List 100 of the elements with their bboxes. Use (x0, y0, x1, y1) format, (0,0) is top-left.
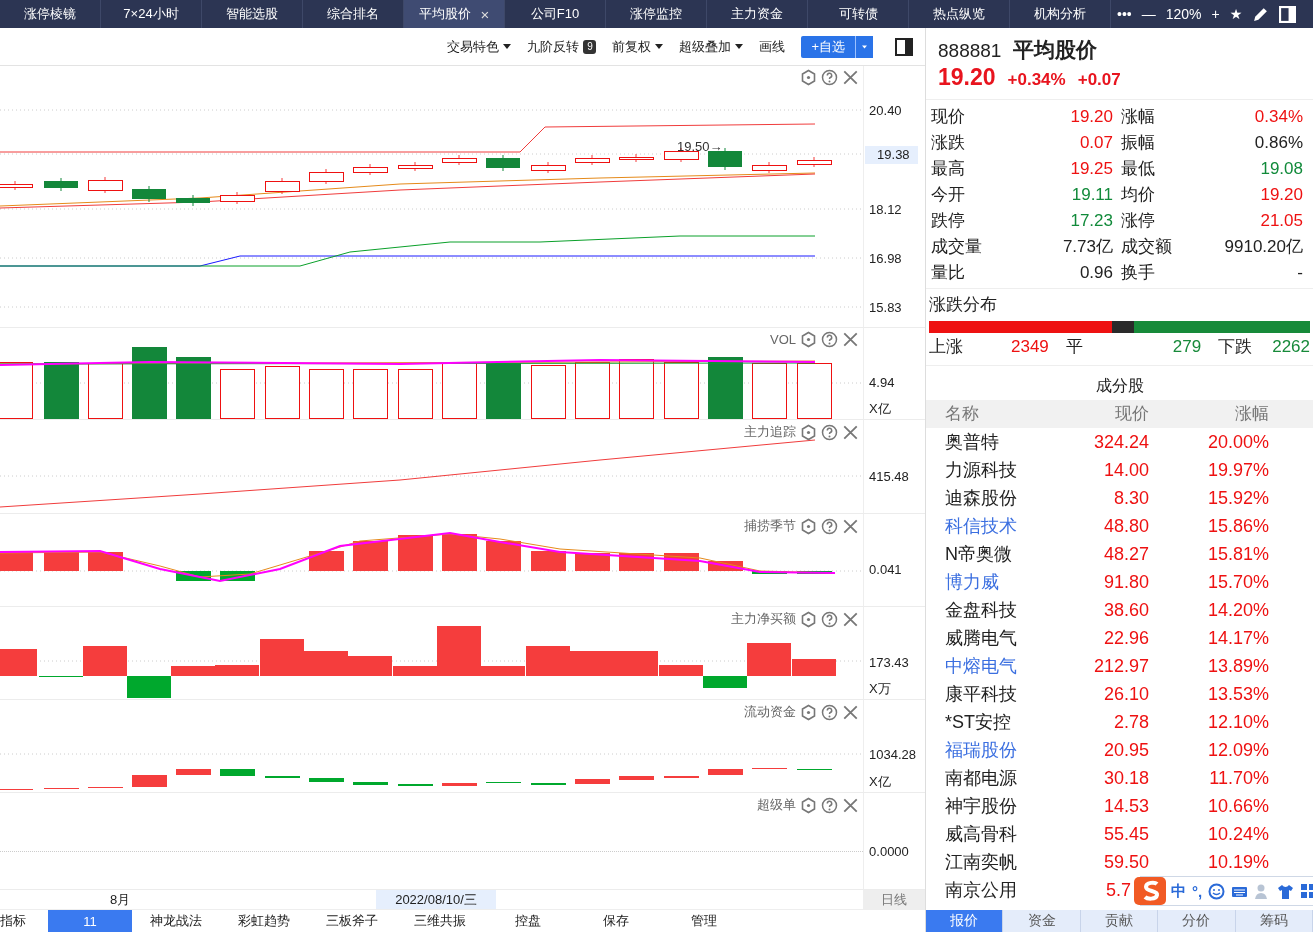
tab[interactable]: 分价 (1158, 910, 1236, 932)
change-value: +0.07 (1077, 70, 1121, 90)
smiley-icon[interactable] (1208, 882, 1226, 900)
date-label: 2022/08/10/三 (376, 890, 496, 909)
tab[interactable]: 筹码 (1235, 910, 1313, 932)
toolbar-button[interactable]: ••• (1117, 6, 1132, 22)
candlestick (575, 154, 610, 166)
stock-link[interactable]: 福瑞股份 (945, 736, 1065, 764)
tab[interactable]: 11 (48, 910, 132, 932)
tab[interactable]: 彩虹趋势 (220, 910, 308, 932)
settings-icon[interactable] (800, 517, 818, 535)
tab[interactable]: 主力资金 (707, 0, 808, 28)
dropdown-button[interactable]: 超级叠加 (679, 37, 744, 56)
tab[interactable]: 涨停棱镜 (0, 0, 101, 28)
histogram-bar (619, 776, 654, 780)
pencil-icon[interactable] (1252, 5, 1270, 23)
stat-value: 19.11 (1070, 184, 1113, 206)
axis-label: 4.94 (869, 374, 896, 392)
help-icon[interactable] (821, 703, 839, 721)
toolbar-button[interactable]: 120% (1165, 6, 1202, 22)
toolbar-button[interactable]: 九阶反转 9 (527, 37, 597, 56)
tab[interactable]: 可转债 (808, 0, 909, 28)
indicator-title: 流动资金 (744, 703, 797, 721)
tab[interactable]: 智能选股 (202, 0, 303, 28)
tab[interactable]: 管理 (660, 910, 748, 932)
add-watchlist-button[interactable]: +自选 (801, 35, 855, 58)
stock-name: 金盘科技 (945, 599, 1018, 622)
help-icon[interactable] (821, 69, 839, 86)
histogram-bar (176, 769, 211, 775)
volume-bar (176, 357, 211, 419)
volume-bar (353, 369, 388, 419)
tab[interactable]: 指标 (0, 910, 48, 932)
tab[interactable]: 神龙战法 (132, 910, 220, 932)
indicator-title: VOL (770, 332, 797, 347)
settings-icon[interactable] (800, 331, 818, 348)
tab[interactable]: 涨停监控 (606, 0, 707, 28)
stock-link[interactable]: 科信技术 (945, 512, 1065, 540)
dropdown-button[interactable] (855, 35, 873, 58)
change-cell-text: 19.97% (1206, 459, 1269, 482)
tab[interactable]: 热点纵览 (909, 0, 1010, 28)
change-cell-text: 10.24% (1206, 823, 1269, 846)
tab[interactable]: 平均股价 × (404, 0, 505, 28)
stock-link[interactable]: 博力威 (945, 568, 1065, 596)
grid-icon[interactable] (1300, 882, 1313, 900)
settings-icon[interactable] (800, 69, 818, 86)
punctuation-button[interactable]: °, (1192, 882, 1203, 900)
tab[interactable]: 三板斧子 (308, 910, 396, 932)
stock-link[interactable]: 中熔电气 (945, 652, 1065, 680)
tab[interactable]: 公司F10 (505, 0, 606, 28)
dropdown-button[interactable]: 前复权 (612, 37, 664, 56)
close-icon[interactable] (842, 703, 860, 721)
settings-icon[interactable] (800, 610, 818, 628)
period-button[interactable]: 日线 (863, 890, 925, 909)
help-icon[interactable] (821, 796, 839, 814)
settings-icon[interactable] (800, 703, 818, 721)
change-cell-text: 15.70% (1206, 571, 1269, 594)
close-icon[interactable] (842, 331, 860, 348)
close-icon[interactable] (842, 517, 860, 535)
close-icon[interactable] (842, 69, 860, 86)
stat-label: 成交额 (1120, 236, 1173, 258)
axis-label: X万 (869, 680, 892, 698)
tab[interactable]: 机构分析 (1010, 0, 1111, 28)
tab[interactable]: 三维共振 (396, 910, 484, 932)
settings-icon[interactable] (800, 796, 818, 814)
toolbar-button[interactable]: 画线 (759, 37, 786, 56)
stat-label: 均价 (1120, 184, 1156, 206)
stock-name: 奥普特 (945, 431, 1000, 454)
settings-icon[interactable] (800, 423, 818, 441)
panel-toggle-icon[interactable] (895, 37, 913, 56)
histogram-bar (442, 534, 477, 571)
dropdown-button[interactable]: 交易特色 (447, 37, 512, 56)
close-icon[interactable] (842, 423, 860, 441)
close-icon[interactable]: × (480, 5, 490, 23)
tab[interactable]: 7×24小时 (101, 0, 202, 28)
tab[interactable]: 贡献 (1080, 910, 1159, 932)
tab[interactable]: 资金 (1003, 910, 1081, 932)
help-icon[interactable] (821, 517, 839, 535)
shirt-icon[interactable] (1277, 882, 1295, 900)
price-cell-text: 8.30 (1112, 487, 1149, 510)
indicator-title: 主力净买额 (731, 610, 797, 628)
toolbar-button[interactable]: + (1211, 6, 1220, 22)
change-cell-text: 12.09% (1206, 739, 1269, 762)
help-icon[interactable] (821, 331, 839, 348)
candlestick (176, 194, 210, 207)
price-cell-text: 59.50 (1102, 851, 1149, 874)
change-cell-text: 15.92% (1206, 487, 1269, 510)
close-icon[interactable] (842, 610, 860, 628)
candlestick (88, 176, 123, 194)
caret-icon (503, 44, 512, 49)
candlestick (44, 177, 78, 192)
input-mode-button[interactable]: 中 (1171, 881, 1186, 901)
tab[interactable]: 保存 (572, 910, 660, 932)
toolbar-button[interactable]: ★ (1229, 6, 1243, 22)
help-icon[interactable] (821, 610, 839, 628)
tab[interactable]: 报价 (926, 910, 1004, 932)
tab[interactable]: 控盘 (484, 910, 572, 932)
panel-layout-icon[interactable] (1279, 5, 1297, 23)
close-icon[interactable] (842, 796, 860, 814)
toolbar-button[interactable]: — (1141, 6, 1156, 22)
help-icon[interactable] (821, 423, 839, 441)
